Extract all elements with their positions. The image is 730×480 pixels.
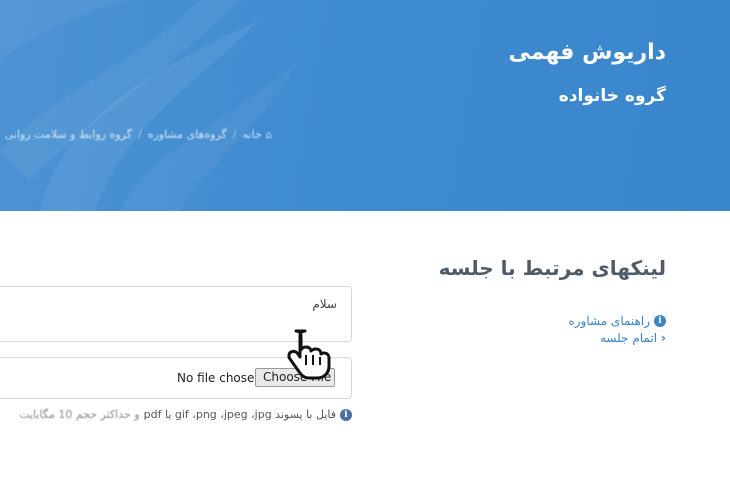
- section-title: لینکهای مرتبط با جلسه: [438, 256, 666, 280]
- related-links: i راهنمای مشاوره ‹ اتمام جلسه: [568, 314, 666, 348]
- breadcrumb-groups[interactable]: گروه‌های مشاوره: [148, 128, 227, 141]
- chevron-left-icon: ‹: [661, 331, 666, 345]
- breadcrumb-separator: /: [137, 128, 142, 141]
- link-counseling-guide[interactable]: i راهنمای مشاوره: [568, 314, 666, 328]
- group-name: گروه خانواده: [558, 86, 666, 106]
- hand-pointer-icon: [287, 329, 331, 380]
- file-hint-text: فایل با پسوند gif ،png ،jpeg ،jpg یا pdf: [143, 408, 336, 421]
- file-hint-size: و حداکثر حجم 10 مگابایت: [19, 408, 140, 421]
- breadcrumb: ⌂ خانه / گروه‌های مشاوره / گروه روابط و سلامت…: [0, 128, 272, 141]
- message-text: سلام: [312, 297, 337, 311]
- profile-header: داریوش فهمی گروه خانواده ⌂ خانه / گروه‌های …: [0, 0, 730, 211]
- link-counseling-guide-label[interactable]: راهنمای مشاوره: [568, 314, 650, 328]
- link-end-session-label[interactable]: اتمام جلسه: [600, 331, 657, 345]
- counselor-name: داریوش فهمی: [508, 40, 666, 65]
- breadcrumb-separator: /: [232, 128, 237, 141]
- file-hint: i فایل با پسوند gif ،png ،jpeg ،jpg یا p…: [19, 408, 352, 421]
- info-icon: i: [340, 408, 352, 421]
- info-icon: i: [654, 315, 666, 327]
- breadcrumb-home[interactable]: خانه: [243, 128, 262, 141]
- link-end-session[interactable]: ‹ اتمام جلسه: [568, 331, 666, 345]
- file-status: No file chosen: [177, 371, 263, 385]
- home-icon[interactable]: ⌂: [266, 130, 272, 141]
- breadcrumb-current: گروه روابط و سلامت روانی: [4, 128, 132, 141]
